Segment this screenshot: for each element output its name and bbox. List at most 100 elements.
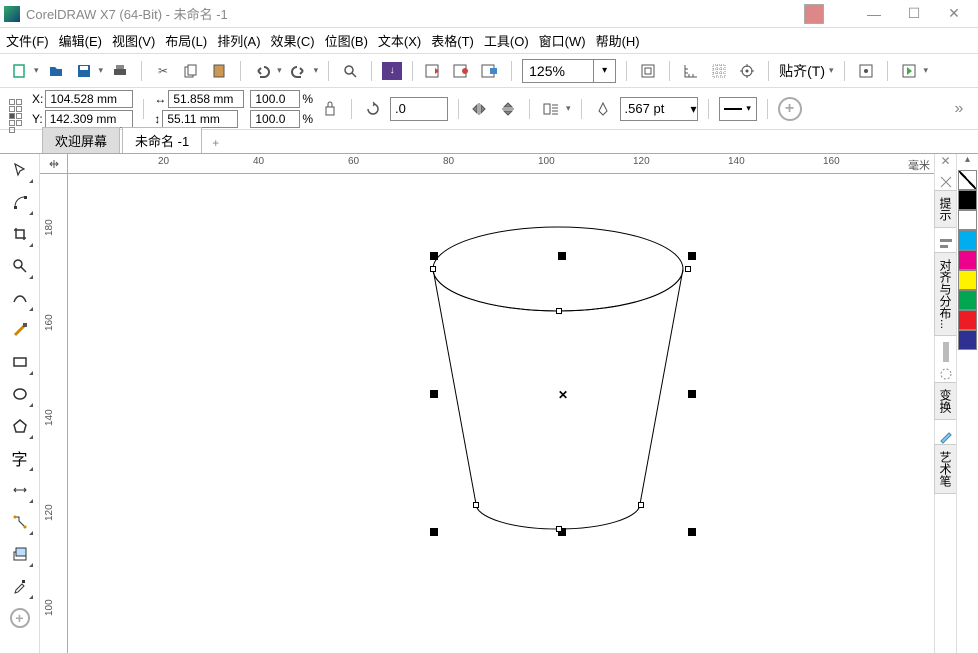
rotation-input[interactable]	[391, 101, 447, 116]
zoom-dropdown-icon[interactable]: ▾	[593, 60, 615, 82]
interactive-tool[interactable]	[8, 542, 32, 566]
selection-handle-br[interactable]	[688, 528, 696, 536]
selection-handle-r[interactable]	[688, 390, 696, 398]
copy-button[interactable]	[180, 60, 202, 82]
print-button[interactable]	[109, 60, 131, 82]
dropdown-arrow-icon[interactable]: ▾	[924, 65, 929, 76]
close-button[interactable]: ✕	[934, 3, 974, 25]
snap-label[interactable]: 贴齐(T)	[779, 61, 825, 81]
docker-close-icon[interactable]: ✕	[940, 154, 950, 174]
scrollbar-thumb[interactable]	[943, 342, 949, 362]
shape-node[interactable]	[638, 502, 644, 508]
outline-width-combo[interactable]: ▾	[620, 97, 698, 121]
dropdown-arrow-icon[interactable]: ▾	[99, 65, 104, 76]
swatch-black[interactable]	[958, 190, 977, 210]
tab-document[interactable]: 未命名 -1	[122, 127, 202, 153]
menu-table[interactable]: 表格(T)	[431, 31, 474, 50]
swatch-magenta[interactable]	[958, 250, 977, 270]
docker-tab-align[interactable]: 对齐与分布...	[934, 252, 957, 336]
scale-x-input[interactable]	[250, 90, 300, 108]
selection-handle-bl[interactable]	[430, 528, 438, 536]
ruler-horizontal[interactable]: 20 40 60 80 100 120 140 160 毫米	[68, 154, 934, 174]
menu-window[interactable]: 窗口(W)	[539, 31, 586, 50]
zoom-input[interactable]	[523, 63, 593, 79]
rotation-input-group[interactable]	[390, 97, 448, 121]
docker-tab-brush[interactable]: 艺术笔	[934, 444, 957, 494]
zoom-tool[interactable]	[8, 254, 32, 278]
dropdown-arrow-icon[interactable]: ▾	[566, 103, 571, 114]
swatch-red[interactable]	[958, 310, 977, 330]
fullscreen-button[interactable]	[637, 60, 659, 82]
drawing-canvas[interactable]: ✕	[68, 174, 934, 653]
search-button[interactable]	[339, 60, 361, 82]
dropdown-arrow-icon[interactable]: ▾	[829, 65, 834, 76]
eyedropper-tool[interactable]	[8, 574, 32, 598]
y-position-input[interactable]	[45, 110, 133, 128]
docker-tab-transform[interactable]: 变换	[934, 382, 957, 420]
selection-handle-tl[interactable]	[430, 252, 438, 260]
swatch-white[interactable]	[958, 210, 977, 230]
overflow-button[interactable]: »	[948, 98, 970, 120]
menu-text[interactable]: 文本(X)	[378, 31, 421, 50]
publish-pdf-button[interactable]	[451, 60, 473, 82]
crop-tool[interactable]	[8, 222, 32, 246]
import-button[interactable]: ↓	[382, 62, 402, 80]
outline-width-input[interactable]	[621, 101, 691, 116]
swatch-yellow[interactable]	[958, 270, 977, 290]
expand-toolbox-button[interactable]: +	[8, 606, 32, 630]
dimension-tool[interactable]	[8, 478, 32, 502]
width-input[interactable]	[168, 90, 244, 108]
shape-node[interactable]	[685, 266, 691, 272]
zoom-combo[interactable]: ▾	[522, 59, 616, 83]
minimize-button[interactable]: —	[854, 3, 894, 25]
paste-button[interactable]	[208, 60, 230, 82]
show-grid-button[interactable]	[708, 60, 730, 82]
swatch-green[interactable]	[958, 290, 977, 310]
menu-edit[interactable]: 编辑(E)	[59, 31, 102, 50]
save-button[interactable]	[73, 60, 95, 82]
palette-up-icon[interactable]: ▴	[957, 154, 978, 170]
cup-shape[interactable]	[428, 214, 708, 534]
outline-style-combo[interactable]: ▾	[719, 97, 757, 121]
cut-button[interactable]: ✂	[152, 60, 174, 82]
swatch-none[interactable]	[958, 170, 977, 190]
undo-button[interactable]	[251, 60, 273, 82]
show-rulers-button[interactable]	[680, 60, 702, 82]
selection-handle-l[interactable]	[430, 390, 438, 398]
docker-tab-hints[interactable]: 提示	[934, 190, 957, 228]
menu-effect[interactable]: 效果(C)	[271, 31, 315, 50]
artistic-media-tool[interactable]	[8, 318, 32, 342]
menu-tools[interactable]: 工具(O)	[484, 31, 529, 50]
redo-button[interactable]	[288, 60, 310, 82]
show-guides-button[interactable]	[736, 60, 758, 82]
publish-html-button[interactable]	[479, 60, 501, 82]
swatch-blue[interactable]	[958, 330, 977, 350]
freehand-tool[interactable]	[8, 286, 32, 310]
menu-bitmap[interactable]: 位图(B)	[325, 31, 368, 50]
polygon-tool[interactable]	[8, 414, 32, 438]
menu-view[interactable]: 视图(V)	[112, 31, 155, 50]
object-origin-icon[interactable]	[8, 99, 28, 119]
menu-layout[interactable]: 布局(L)	[165, 31, 207, 50]
open-button[interactable]	[45, 60, 67, 82]
add-preset-button[interactable]: +	[778, 97, 802, 121]
options-button[interactable]	[855, 60, 877, 82]
scale-y-input[interactable]	[250, 110, 300, 128]
outline-width-dropdown-icon[interactable]: ▾	[691, 102, 697, 116]
shape-node[interactable]	[430, 266, 436, 272]
tab-add-button[interactable]: +	[204, 133, 227, 153]
new-button[interactable]	[8, 60, 30, 82]
wrap-text-button[interactable]	[540, 98, 562, 120]
user-avatar-icon[interactable]	[804, 4, 824, 24]
shape-tool[interactable]	[8, 190, 32, 214]
height-input[interactable]	[162, 110, 238, 128]
shape-node[interactable]	[556, 308, 562, 314]
ruler-vertical[interactable]: 180 160 140 120 100	[40, 174, 68, 653]
menu-arrange[interactable]: 排列(A)	[217, 31, 260, 50]
maximize-button[interactable]: ☐	[894, 3, 934, 25]
ruler-origin-icon[interactable]	[40, 154, 68, 174]
dropdown-arrow-icon[interactable]: ▾	[314, 65, 319, 76]
export-button[interactable]	[423, 60, 445, 82]
connector-tool[interactable]	[8, 510, 32, 534]
shape-node[interactable]	[473, 502, 479, 508]
